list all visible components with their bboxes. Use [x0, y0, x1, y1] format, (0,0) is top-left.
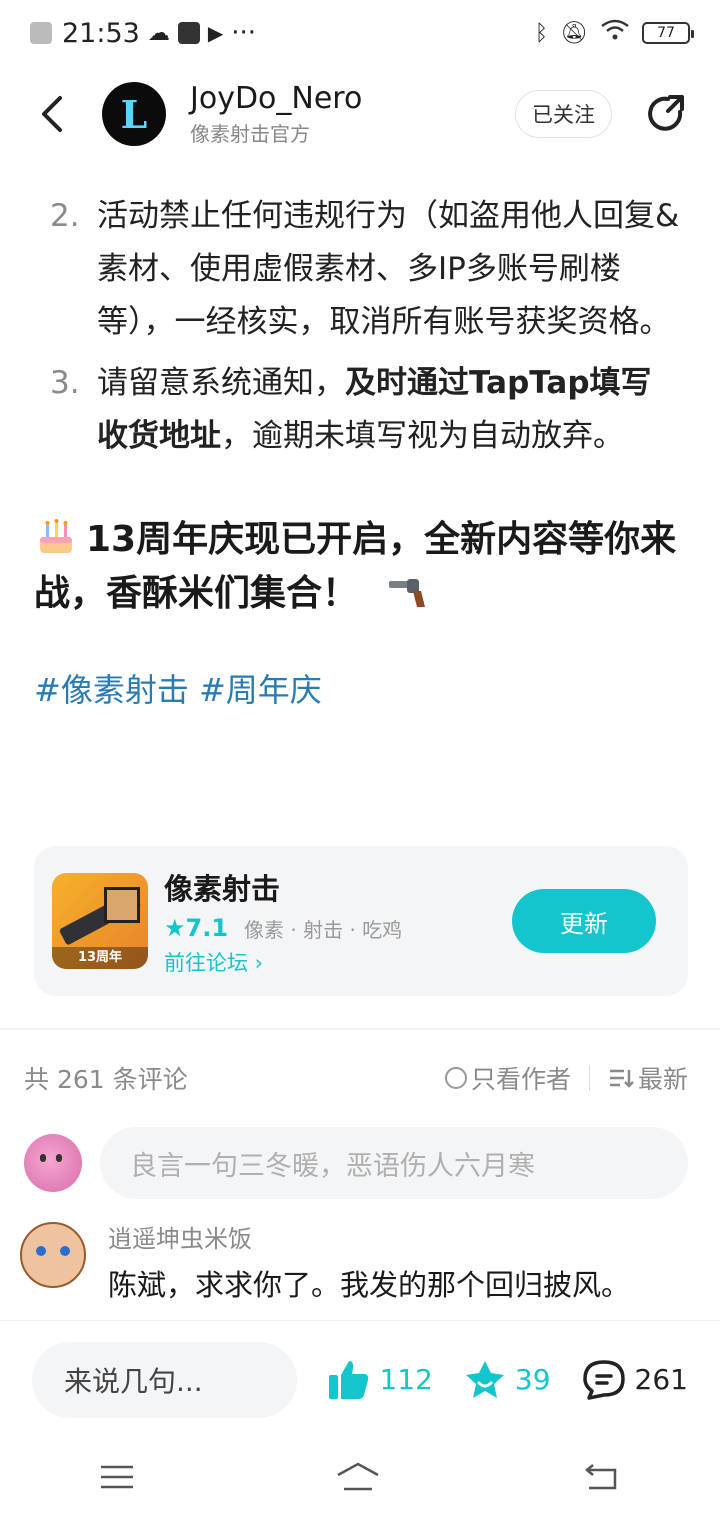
my-avatar	[24, 1134, 82, 1192]
back-button[interactable]	[22, 84, 82, 144]
sort-label: 最新	[637, 1065, 688, 1094]
app-icon	[177, 22, 200, 44]
author-only-label: 只看作者	[470, 1065, 571, 1094]
status-time: 21:53	[62, 17, 140, 49]
home-icon	[337, 1462, 379, 1491]
avatar-letter: L	[120, 91, 148, 137]
list-text-part: ，逾期未填写视为自动放弃。	[221, 418, 624, 454]
list-item: 2. 活动禁止任何违规行为（如盗用他人回复&素材、使用虚假素材、多IP多账号刷楼…	[0, 190, 720, 349]
comments-header: 共 261 条评论 只看作者 最新	[24, 1058, 688, 1098]
author-only-toggle[interactable]: 只看作者	[444, 1060, 571, 1096]
comment-button[interactable]: 261	[581, 1359, 688, 1401]
share-icon	[648, 95, 684, 131]
return-icon	[584, 1464, 616, 1490]
system-nav-bar	[0, 1438, 720, 1520]
back-nav-button[interactable]	[581, 1462, 621, 1496]
list-number: 2.	[50, 198, 80, 234]
list-item: 3. 请留意系统通知，及时通过TapTap填写收货地址，逾期未填写视为自动放弃。	[0, 357, 720, 463]
forum-link[interactable]: 前往论坛 ›	[164, 947, 402, 977]
cake-icon	[40, 519, 72, 553]
commenter-avatar[interactable]	[20, 1222, 86, 1288]
follow-button[interactable]: 已关注	[515, 90, 612, 138]
comment-bubble-icon	[582, 1359, 625, 1400]
author-info[interactable]: JoyDo_Nero 像素射击官方	[190, 81, 362, 147]
sort-icon	[609, 1069, 634, 1088]
list-number: 3.	[50, 365, 80, 401]
list-text-part: 请留意系统通知，	[97, 365, 345, 401]
app-tags: 像素 · 射击 · 吃鸡	[244, 917, 403, 942]
comment-count: 共 261 条评论	[24, 1065, 188, 1094]
bell-off-icon: 🔕︎	[560, 20, 588, 46]
list-text: 请留意系统通知，及时通过TapTap填写收货地址，逾期未填写视为自动放弃。	[97, 357, 682, 463]
bluetooth-icon: ᛒ	[534, 20, 549, 46]
topic-tags[interactable]: #像素射击 #周年庆	[0, 665, 720, 711]
author-subtitle: 像素射击官方	[190, 122, 310, 146]
more-dots: ···	[231, 18, 256, 48]
menu-button[interactable]	[99, 1463, 135, 1495]
cloud-icon: ☁	[147, 20, 170, 46]
comment-text: 陈斌，求求你了。我发的那个回归披风。	[108, 1268, 631, 1302]
author-avatar[interactable]: L	[102, 82, 166, 146]
app-meta: 像素射击 ★7.1 像素 · 射击 · 吃鸡 前往论坛 ›	[164, 866, 402, 977]
play-icon: ▶	[207, 21, 224, 45]
share-button[interactable]	[638, 86, 694, 142]
article-headline: 13周年庆现已开启，全新内容等你来战，香酥米们集合！	[0, 513, 720, 621]
home-button[interactable]	[334, 1461, 382, 1497]
sort-toggle[interactable]: 最新	[608, 1060, 688, 1096]
commenter-name[interactable]: 逍遥坤虫米饭	[108, 1222, 630, 1256]
battery-level: 77	[657, 25, 675, 41]
like-button[interactable]: 112	[327, 1359, 433, 1401]
bottom-action-bar: 来说几句... 112 39 261	[0, 1320, 720, 1438]
thumbs-up-icon	[329, 1360, 369, 1399]
game-icon[interactable]: 13周年	[52, 873, 148, 969]
radio-circle-icon	[444, 1067, 467, 1089]
app-card[interactable]: 13周年 像素射击 ★7.1 像素 · 射击 · 吃鸡 前往论坛 › 更新	[34, 846, 688, 996]
battery-icon: 77	[642, 22, 694, 44]
notification-icon	[30, 22, 52, 44]
comment-count-bottom: 261	[634, 1363, 688, 1396]
update-button[interactable]: 更新	[512, 889, 656, 953]
article-body: 2. 活动禁止任何违规行为（如盗用他人回复&素材、使用虚假素材、多IP多账号刷楼…	[0, 154, 720, 711]
app-rating: ★7.1	[164, 914, 229, 942]
comment-compose: 良言一句三冬暖，恶语伤人六月寒	[24, 1127, 688, 1199]
star-icon	[465, 1360, 504, 1398]
revolver-icon	[388, 579, 425, 607]
headline-text: 13周年庆现已开启，全新内容等你来战，香酥米们集合！	[34, 519, 677, 614]
comment-item[interactable]: 逍遥坤虫米饭 陈斌，求求你了。我发的那个回归披风。	[20, 1222, 700, 1310]
author-name: JoyDo_Nero	[190, 81, 363, 116]
divider	[588, 1065, 590, 1091]
post-header: L JoyDo_Nero 像素射击官方 已关注	[0, 74, 720, 154]
like-count: 112	[379, 1363, 433, 1396]
chevron-left-icon	[42, 96, 62, 132]
menu-icon	[101, 1465, 134, 1489]
icon-badge: 13周年	[52, 947, 148, 969]
list-text: 活动禁止任何违规行为（如盗用他人回复&素材、使用虚假素材、多IP多账号刷楼等），…	[97, 198, 680, 340]
app-name: 像素射击	[164, 871, 281, 906]
favorite-button[interactable]: 39	[463, 1359, 551, 1401]
reply-input[interactable]: 来说几句...	[32, 1341, 298, 1418]
favorite-count: 39	[514, 1363, 551, 1396]
comment-input[interactable]: 良言一句三冬暖，恶语伤人六月寒	[100, 1127, 688, 1199]
status-bar: 21:53 ☁ ▶ ··· ᛒ 🔕︎ 77	[0, 0, 720, 66]
wifi-icon	[600, 19, 630, 47]
section-divider	[0, 1028, 720, 1030]
